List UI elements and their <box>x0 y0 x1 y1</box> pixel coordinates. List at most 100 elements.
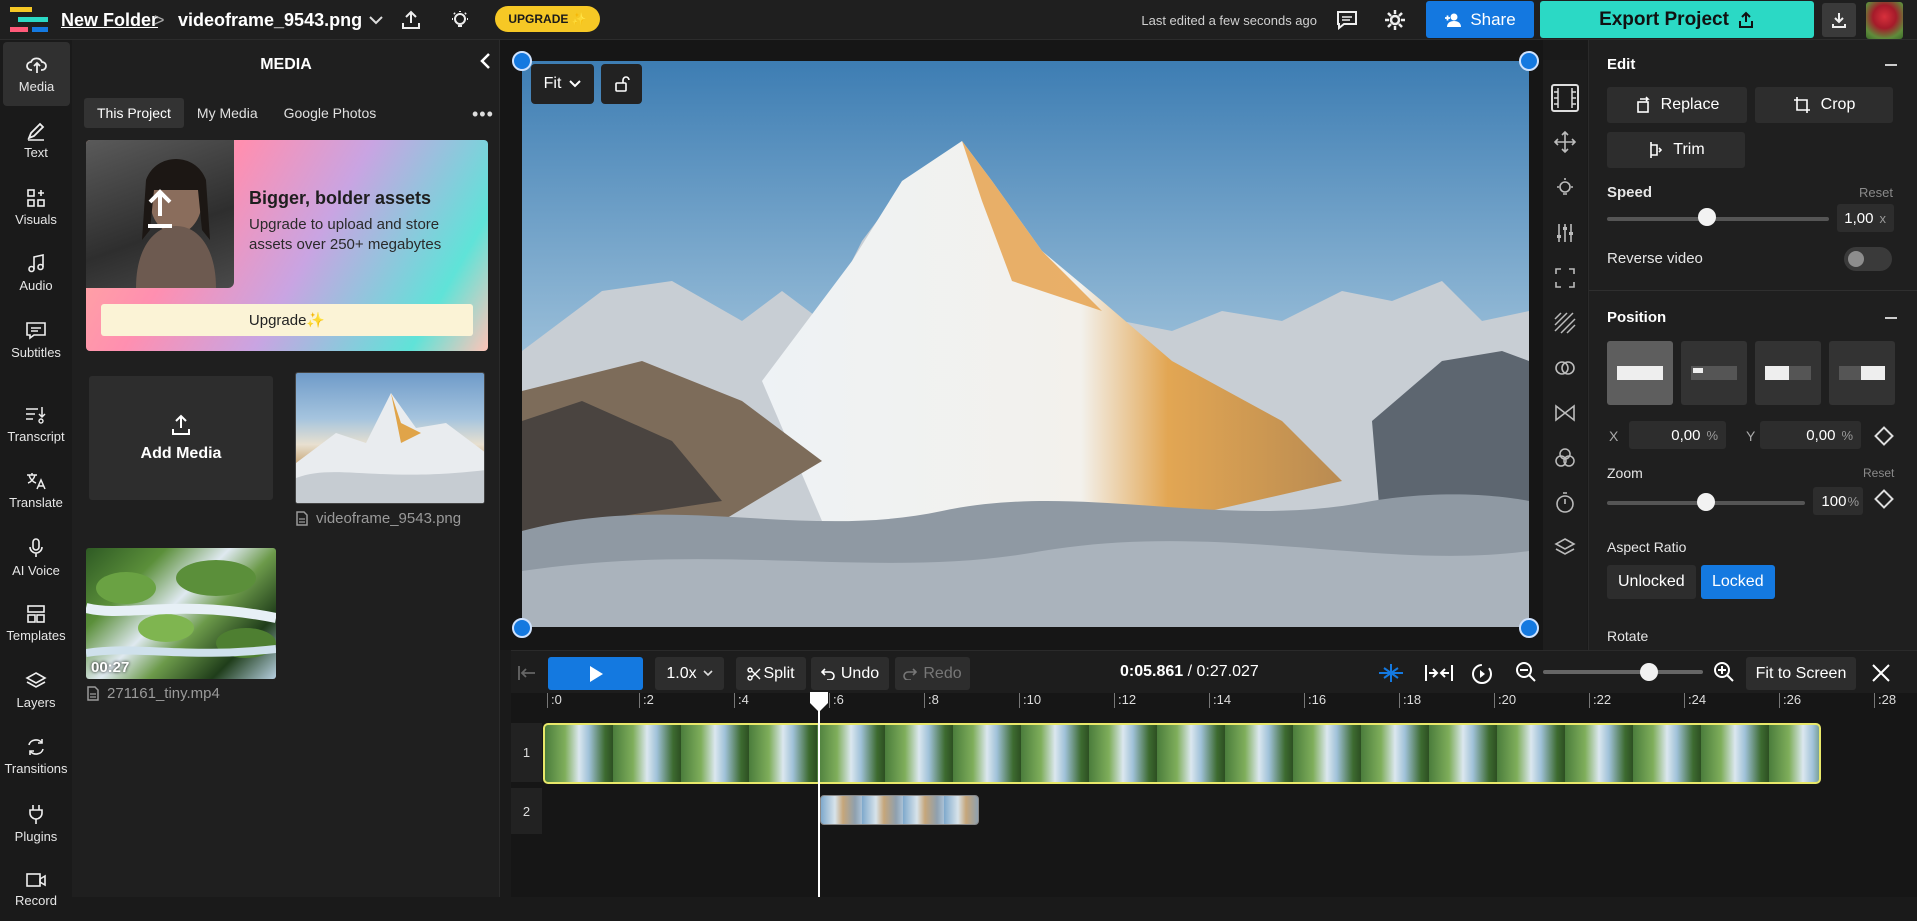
resize-handle-top-left[interactable] <box>512 51 532 71</box>
texture-icon[interactable] <box>1553 311 1577 335</box>
color-icon[interactable] <box>1553 446 1577 470</box>
breadcrumb-folder[interactable]: New Folder <box>61 0 158 40</box>
nav-item-media[interactable]: Media <box>3 42 70 106</box>
lightbulb-icon[interactable] <box>1553 176 1577 200</box>
timeline-zoom-slider[interactable] <box>1543 670 1703 674</box>
resize-handle-top-right[interactable] <box>1519 51 1539 71</box>
speed-value-field[interactable]: 1,00 x <box>1837 204 1894 232</box>
more-options-icon[interactable]: ••• <box>472 104 494 125</box>
video-preview[interactable] <box>522 61 1529 627</box>
zoom-slider-handle[interactable] <box>1697 493 1715 511</box>
trim-button[interactable]: Trim <box>1607 132 1745 168</box>
reverse-video-toggle[interactable] <box>1844 247 1892 271</box>
nav-item-transcript[interactable]: Transcript <box>0 392 72 456</box>
lightbulb-icon[interactable] <box>447 0 473 40</box>
fit-to-screen-button[interactable]: Fit to Screen <box>1746 657 1856 690</box>
share-label: Share <box>1470 9 1516 29</box>
layers-icon[interactable] <box>1553 536 1577 560</box>
keyframe-diamond-icon[interactable] <box>1874 489 1894 509</box>
crop-button[interactable]: Crop <box>1755 87 1893 123</box>
redo-button[interactable]: Redo <box>895 657 970 690</box>
timer-icon[interactable] <box>1553 491 1577 515</box>
avatar[interactable] <box>1866 2 1903 39</box>
collapse-icon[interactable] <box>1885 317 1897 319</box>
time-ruler[interactable]: :0 :2 :4 :6 :8 :10 :12 :14 :16 :18 :20 :… <box>511 693 1917 713</box>
chevron-left-icon[interactable] <box>479 52 491 70</box>
fullscreen-icon[interactable] <box>1553 266 1577 290</box>
collapse-icon[interactable] <box>1885 64 1897 66</box>
x-value: 0,00 <box>1671 426 1701 444</box>
image-clip[interactable] <box>820 795 979 825</box>
add-media-button[interactable]: Add Media <box>89 376 273 500</box>
nav-item-record[interactable]: Record <box>0 857 72 921</box>
zoom-reset-button[interactable]: Reset <box>1863 466 1894 480</box>
nav-item-plugins[interactable]: Plugins <box>0 791 72 855</box>
replace-button[interactable]: Replace <box>1607 87 1747 123</box>
snap-icon[interactable] <box>1376 662 1406 684</box>
zoom-in-icon[interactable] <box>1713 661 1735 683</box>
position-preset-small[interactable] <box>1681 341 1747 405</box>
tab-this-project[interactable]: This Project <box>84 98 184 128</box>
timeline-zoom-handle[interactable] <box>1639 663 1658 681</box>
y-position-field[interactable]: 0,00 % <box>1760 421 1861 449</box>
aspect-unlocked-button[interactable]: Unlocked <box>1607 565 1696 599</box>
chevron-down-icon[interactable] <box>366 0 386 40</box>
project-name[interactable]: videoframe_9543.png <box>178 0 362 40</box>
fit-width-icon[interactable] <box>1424 662 1454 684</box>
app-logo[interactable] <box>10 0 50 40</box>
download-button[interactable] <box>1822 3 1856 37</box>
fit-dropdown[interactable]: Fit <box>531 64 594 104</box>
nav-item-templates[interactable]: Templates <box>0 591 72 655</box>
resize-handle-bottom-left[interactable] <box>512 618 532 638</box>
media-thumbnail-image[interactable] <box>295 372 485 504</box>
nav-item-layers[interactable]: Layers <box>0 658 72 722</box>
keyframe-diamond-icon[interactable] <box>1874 426 1894 446</box>
resize-handle-bottom-right[interactable] <box>1519 618 1539 638</box>
skip-to-start-icon[interactable] <box>517 664 537 682</box>
crop-icon <box>1793 96 1811 114</box>
position-preset-right[interactable] <box>1829 341 1895 405</box>
gear-icon[interactable] <box>1382 0 1408 40</box>
zoom-out-icon[interactable] <box>1515 661 1537 683</box>
sliders-icon[interactable] <box>1553 221 1577 245</box>
ruler-tick: :14 <box>1209 693 1231 708</box>
export-project-button[interactable]: Export Project <box>1540 1 1814 38</box>
nav-item-visuals[interactable]: Visuals <box>0 175 72 239</box>
speed-reset-button[interactable]: Reset <box>1859 185 1893 200</box>
mask-icon[interactable] <box>1553 356 1577 380</box>
split-button[interactable]: Split <box>736 657 806 690</box>
x-position-field[interactable]: 0,00 % <box>1629 421 1726 449</box>
film-icon[interactable] <box>1551 84 1579 112</box>
position-preset-fill[interactable] <box>1607 341 1673 405</box>
transition-icon[interactable] <box>1553 401 1577 425</box>
last-edited-status: Last edited a few seconds ago <box>1141 12 1317 28</box>
upgrade-button[interactable]: UPGRADE ✨ <box>495 6 600 32</box>
aspect-locked-button[interactable]: Locked <box>1701 565 1775 599</box>
playback-speed-dropdown[interactable]: 1.0x <box>655 657 724 690</box>
comment-icon[interactable] <box>1334 0 1360 40</box>
video-clip[interactable] <box>543 723 1821 784</box>
tab-my-media[interactable]: My Media <box>184 98 271 128</box>
nav-item-translate[interactable]: Translate <box>0 458 72 522</box>
move-icon[interactable] <box>1553 130 1577 154</box>
promo-upgrade-button[interactable]: Upgrade✨ <box>101 304 473 336</box>
nav-item-ai-voice[interactable]: AI Voice <box>0 525 72 589</box>
tab-google-photos[interactable]: Google Photos <box>271 98 390 128</box>
speed-slider[interactable] <box>1607 217 1829 221</box>
nav-item-audio[interactable]: Audio <box>0 241 72 305</box>
upload-icon[interactable] <box>398 0 424 40</box>
play-button[interactable] <box>548 657 643 690</box>
undo-button[interactable]: Undo <box>811 657 889 690</box>
close-icon[interactable] <box>1871 663 1891 683</box>
loop-icon[interactable] <box>1470 662 1494 686</box>
nav-item-subtitles[interactable]: Subtitles <box>0 308 72 372</box>
nav-item-transitions[interactable]: Transitions <box>0 724 72 788</box>
speed-slider-handle[interactable] <box>1697 208 1716 226</box>
nav-item-text[interactable]: Text <box>0 108 72 172</box>
share-button[interactable]: Share <box>1426 1 1534 38</box>
position-preset-left[interactable] <box>1755 341 1821 405</box>
media-thumbnail-video[interactable]: 00:27 <box>86 548 276 679</box>
zoom-value-field[interactable]: 100 % <box>1813 487 1863 515</box>
unlock-button[interactable] <box>601 64 642 104</box>
playhead[interactable] <box>818 693 820 897</box>
